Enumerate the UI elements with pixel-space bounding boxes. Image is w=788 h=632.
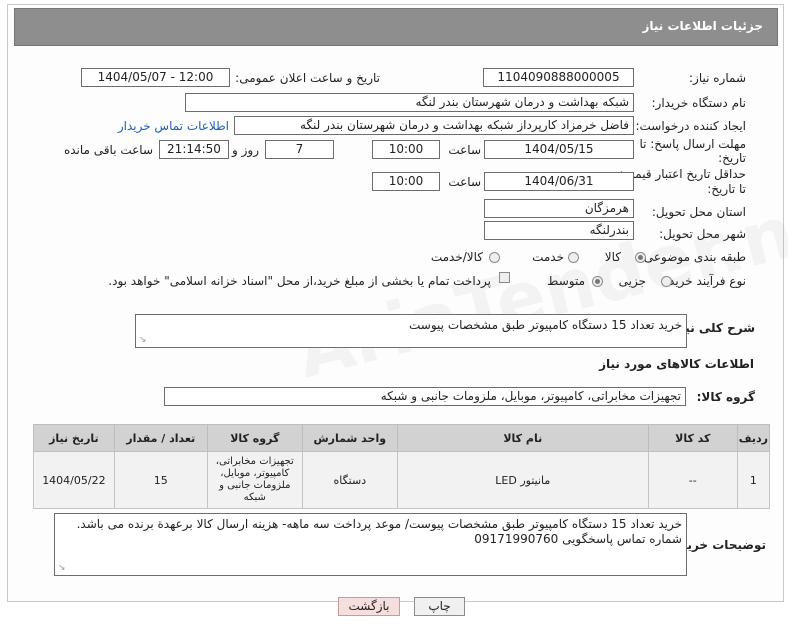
cell-unit: دستگاه bbox=[301, 451, 398, 509]
purchase-radio-medium[interactable] bbox=[592, 276, 603, 287]
general-desc-text: خرید تعداد 15 دستگاه کامپیوتر طبق مشخصات… bbox=[409, 318, 682, 332]
resize-grip-icon: ↘ bbox=[58, 563, 66, 573]
remaining-time-field[interactable]: 21:14:50 bbox=[159, 140, 229, 159]
buyer-notes-line1: خرید تعداد 15 دستگاه کامپیوتر طبق مشخصات… bbox=[76, 517, 682, 531]
cell-name: مانیتور LED bbox=[396, 451, 649, 509]
buyer-org-label: نام دستگاه خریدار: bbox=[651, 96, 747, 110]
reply-deadline-label-2: تاریخ: bbox=[718, 151, 746, 165]
treasury-note: پرداخت تمام یا بخشی از مبلغ خرید،از محل … bbox=[108, 274, 491, 288]
reply-deadline-label: مهلت ارسال پاسخ: تا bbox=[639, 137, 746, 151]
reply-time-field[interactable]: 10:00 bbox=[372, 140, 440, 159]
price-time-label: ساعت bbox=[448, 175, 481, 189]
general-desc-field[interactable]: خرید تعداد 15 دستگاه کامپیوتر طبق مشخصات… bbox=[135, 314, 687, 348]
city-label: شهر محل تحویل: bbox=[659, 227, 746, 241]
reply-time-label: ساعت bbox=[448, 143, 481, 157]
category-goods-label: کالا bbox=[604, 250, 621, 264]
buyer-org-field[interactable]: شبکه بهداشت و درمان شهرستان بندر لنگه bbox=[185, 93, 634, 112]
announce-label: تاریخ و ساعت اعلان عمومی: bbox=[235, 71, 380, 85]
price-validity-label: حداقل تاریخ اعتبار قیمت: bbox=[619, 167, 746, 181]
province-field[interactable]: هرمزگان bbox=[484, 199, 634, 218]
price-validity-label-2: تا تاریخ: bbox=[707, 182, 746, 196]
category-radio-goods[interactable] bbox=[635, 252, 646, 263]
province-label: استان محل تحویل: bbox=[651, 205, 746, 219]
table-row[interactable]: 1 -- مانیتور LED دستگاه تجهیزات مخابراتی… bbox=[33, 451, 771, 509]
need-number-field[interactable]: 1104090888000005 bbox=[483, 68, 634, 87]
col-header-need-date: تاریخ نیاز bbox=[33, 424, 115, 452]
purchase-type-label: نوع فرآیند خرید : bbox=[661, 274, 746, 288]
cell-need-date: 1404/05/22 bbox=[33, 451, 115, 509]
price-time-field[interactable]: 10:00 bbox=[372, 172, 440, 191]
announce-field[interactable]: 1404/05/07 - 12:00 bbox=[81, 68, 230, 87]
creator-field[interactable]: فاضل خرمزاد کارپرداز شبکه بهداشت و درمان… bbox=[234, 116, 634, 135]
cell-quantity: 15 bbox=[113, 451, 208, 509]
col-header-quantity: تعداد / مقدار bbox=[113, 424, 208, 452]
reply-date-field[interactable]: 1404/05/15 bbox=[484, 140, 634, 159]
price-date-field[interactable]: 1404/06/31 bbox=[484, 172, 634, 191]
remaining-label: ساعت باقی مانده bbox=[63, 143, 153, 157]
buyer-notes-line2: شماره تماس پاسخگویی 09171990760 bbox=[474, 532, 682, 546]
cell-row-no: 1 bbox=[736, 451, 771, 509]
purchase-medium-label: متوسط bbox=[547, 274, 585, 288]
city-field[interactable]: بندرلنگه bbox=[484, 221, 634, 240]
need-number-label: شماره نیاز: bbox=[689, 71, 746, 85]
days-field[interactable]: 7 bbox=[265, 140, 334, 159]
days-label: روز و bbox=[232, 143, 259, 157]
creator-label: ایجاد کننده درخواست: bbox=[635, 119, 746, 133]
buyer-contact-link[interactable]: اطلاعات تماس خریدار bbox=[118, 119, 229, 133]
col-header-group: گروه کالا bbox=[206, 424, 303, 452]
treasury-checkbox[interactable] bbox=[499, 272, 510, 283]
category-both-label: کالا/خدمت bbox=[430, 250, 483, 264]
page-title: جزئیات اطلاعات نیاز bbox=[642, 19, 763, 33]
buyer-notes-field[interactable]: خرید تعداد 15 دستگاه کامپیوتر طبق مشخصات… bbox=[54, 513, 687, 576]
col-header-code: کد کالا bbox=[647, 424, 738, 452]
category-radio-service[interactable] bbox=[568, 252, 579, 263]
cell-group: تجهیزات مخابراتی، کامپیوتر، موبایل، ملزو… bbox=[206, 451, 303, 509]
cell-code: -- bbox=[647, 451, 738, 509]
items-table: ردیف کد کالا نام کالا واحد شمارش گروه کا… bbox=[33, 424, 771, 509]
goods-section-title: اطلاعات کالاهای مورد نیاز bbox=[599, 357, 754, 371]
print-button[interactable]: چاپ bbox=[414, 597, 465, 616]
resize-grip-icon: ↘ bbox=[139, 335, 147, 345]
col-header-name: نام کالا bbox=[396, 424, 649, 452]
goods-group-label: گروه کالا: bbox=[696, 390, 755, 404]
col-header-unit: واحد شمارش bbox=[301, 424, 398, 452]
purchase-radio-minor[interactable] bbox=[661, 276, 672, 287]
table-header-row: ردیف کد کالا نام کالا واحد شمارش گروه کا… bbox=[33, 424, 771, 452]
category-radio-both[interactable] bbox=[489, 252, 500, 263]
purchase-minor-label: جزیی bbox=[618, 274, 646, 288]
col-header-row-no: ردیف bbox=[736, 424, 771, 452]
category-service-label: خدمت bbox=[532, 250, 564, 264]
category-label: طبقه بندی موضوعی: bbox=[639, 250, 746, 264]
goods-group-field[interactable]: تجهیزات مخابراتی، کامپیوتر، موبایل، ملزو… bbox=[164, 387, 686, 406]
back-button[interactable]: بازگشت bbox=[338, 597, 400, 616]
title-bar: جزئیات اطلاعات نیاز bbox=[14, 8, 778, 46]
